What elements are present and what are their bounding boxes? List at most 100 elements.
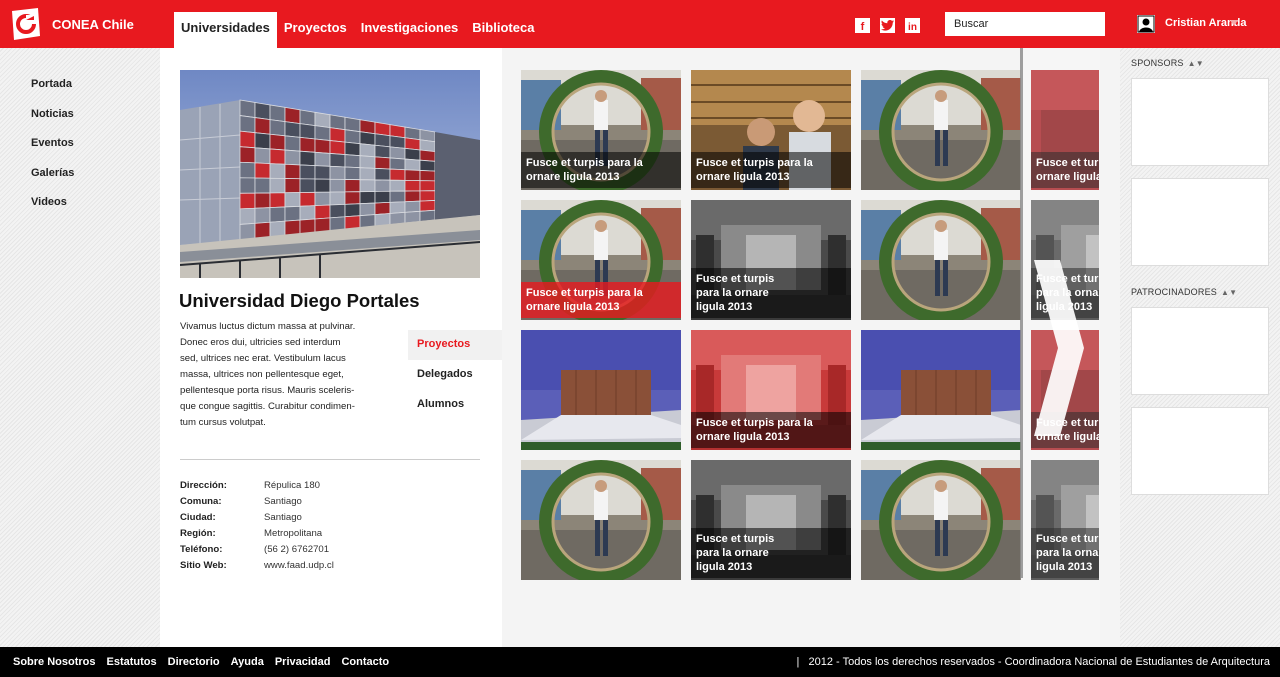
gallery-tile[interactable] [861,70,1021,190]
gallery-tile[interactable] [861,330,1021,450]
linkedin-icon[interactable]: in [905,18,920,33]
footer: Sobre Nosotros Estatutos Directorio Ayud… [0,647,1280,677]
gallery-tile[interactable]: Fusce et turpis para la ornare ligula 2013 [691,200,851,320]
footer-links: Sobre Nosotros Estatutos Directorio Ayud… [13,656,389,668]
gallery-next-arrow-icon[interactable] [1020,48,1100,647]
tile-caption-line: para la ornare [696,547,769,559]
sort-arrows-icon[interactable]: ▲▼ [1221,288,1237,297]
info-label: Región: [180,528,216,539]
info-value: Metropolitana [264,528,323,539]
sort-arrows-icon[interactable]: ▲▼ [1188,59,1204,68]
tile-caption: Fusce et turpis para la ornare ligula 201… [691,152,851,188]
nav-biblioteca[interactable]: Biblioteca [465,12,541,48]
avatar[interactable] [1137,15,1155,33]
sponsors-heading: SPONSORS ▲▼ [1131,58,1204,68]
nav-investigaciones[interactable]: Investigaciones [354,12,466,48]
nav-proyectos[interactable]: Proyectos [277,12,354,48]
subnav-delegados[interactable]: Delegados [408,360,502,390]
info-row-telefono: Teléfono: (56 2) 6762701 [180,544,334,560]
tile-caption-line: ornare ligula 2013 [696,171,790,183]
footer-link-directorio[interactable]: Directorio [168,656,220,668]
gallery-tile[interactable]: Fusce et turpis para la ornare ligula 201… [691,330,851,450]
description-line: sed, ultrices nec erat. Vestibulum lacus [180,353,346,364]
sponsors-label: SPONSORS [1131,58,1184,68]
footer-link-ayuda[interactable]: Ayuda [231,656,264,668]
gallery-tile[interactable]: Fusce et turpis para la ornare ligula 201… [691,70,851,190]
description-line: Donec eros dui, ultricies sed interdum [180,337,341,348]
university-info: Dirección: Répulica 180 Comuna: Santiago C… [180,480,334,576]
university-photo [180,70,480,278]
sidebar-nav: Portada Noticias Eventos Galerías Videos [31,78,74,226]
info-label: Dirección: [180,480,227,491]
tile-caption-line: Fusce et turpis para la [696,157,813,169]
tile-caption-line: Fusce et turpis para la [526,157,643,169]
info-value: Santiago [264,496,302,507]
gallery-tile[interactable]: Fusce et turpis para la ornare ligula 201… [521,200,681,320]
gallery-tile[interactable] [521,460,681,580]
sidebar-item-videos[interactable]: Videos [31,196,74,226]
description-line: tum cursus volutpat. [180,417,266,428]
info-row-comuna: Comuna: Santiago [180,496,334,512]
footer-link-privacidad[interactable]: Privacidad [275,656,331,668]
tile-caption-line: ligula 2013 [696,301,753,313]
footer-link-estatutos[interactable]: Estatutos [107,656,157,668]
patron-slot[interactable] [1131,307,1269,395]
sponsor-slot[interactable] [1131,178,1269,266]
footer-link-contacto[interactable]: Contacto [341,656,389,668]
patron-slot[interactable] [1131,407,1269,495]
info-value: (56 2) 6762701 [264,544,330,555]
info-value: Répulica 180 [264,480,321,491]
top-bar: CONEA Chile Universidades Proyectos Inve… [0,0,1280,48]
subnav-proyectos[interactable]: Proyectos [408,330,502,360]
info-row-region: Región: Metropolitana [180,528,334,544]
gallery-tile[interactable] [861,460,1021,580]
university-subnav: Proyectos Delegados Alumnos [408,330,502,420]
info-label: Comuna: [180,496,222,507]
tile-caption-line: para la ornare [696,287,769,299]
left-sidebar: Portada Noticias Eventos Galerías Videos [0,48,160,647]
twitter-icon[interactable] [880,18,895,33]
sidebar-item-eventos[interactable]: Eventos [31,137,74,167]
tile-caption-line: ornare ligula 2013 [526,301,620,313]
gallery-tile[interactable] [861,200,1021,320]
facebook-icon[interactable]: f [855,18,870,33]
description-line: Vivamus luctus dictum massa at pulvinar. [180,321,356,332]
brand-name[interactable]: CONEA Chile [52,17,134,32]
info-value: Santiago [264,512,302,523]
sidebar-item-noticias[interactable]: Noticias [31,108,74,138]
subnav-alumnos[interactable]: Alumnos [408,390,502,420]
divider [180,459,480,460]
project-gallery: Fusce et turpis para la ornare ligula 201… [502,48,1120,647]
tile-caption-line: Fusce et turpis para la [526,287,643,299]
tile-caption-line: Fusce et turpis [696,533,775,545]
tile-caption-line: ornare ligula 2013 [696,431,790,443]
sidebar-item-galerias[interactable]: Galerías [31,167,74,197]
search-input[interactable] [945,12,1105,36]
nav-universidades[interactable]: Universidades [174,12,277,48]
patrons-heading: PATROCINADORES ▲▼ [1131,287,1237,297]
info-label: Teléfono: [180,544,223,555]
info-row-direccion: Dirección: Répulica 180 [180,480,334,496]
info-value[interactable]: www.faad.udp.cl [264,560,334,576]
copyright: | 2012 - Todos los derechos reservados -… [796,656,1271,668]
conea-logo-icon[interactable] [12,8,40,40]
tile-caption: Fusce et turpis para la ornare ligula 201… [521,152,681,188]
sponsor-slot[interactable] [1131,78,1269,166]
gallery-tile[interactable]: Fusce et turpis para la ornare ligula 2013 [691,460,851,580]
sidebar-item-portada[interactable]: Portada [31,78,74,108]
info-label: Sitio Web: [180,560,227,571]
tile-caption: Fusce et turpis para la ornare ligula 2013 [691,528,851,578]
university-detail: Universidad Diego Portales Vivamus luctu… [160,48,502,647]
social-links: f in [855,18,920,33]
footer-link-sobre-nosotros[interactable]: Sobre Nosotros [13,656,96,668]
university-title: Universidad Diego Portales [179,290,420,311]
gallery-tile[interactable] [521,330,681,450]
info-label: Ciudad: [180,512,216,523]
tile-caption-line: ornare ligula 2013 [526,171,620,183]
gallery-tile[interactable]: Fusce et turpis para la ornare ligula 201… [521,70,681,190]
university-description: Vivamus luctus dictum massa at pulvinar.… [180,319,380,431]
description-line: pellentesque porta risus. Mauris sceleri… [180,385,355,396]
chevron-down-icon[interactable] [1230,20,1238,26]
info-row-ciudad: Ciudad: Santiago [180,512,334,528]
main-nav: Universidades Proyectos Investigaciones … [174,12,541,48]
